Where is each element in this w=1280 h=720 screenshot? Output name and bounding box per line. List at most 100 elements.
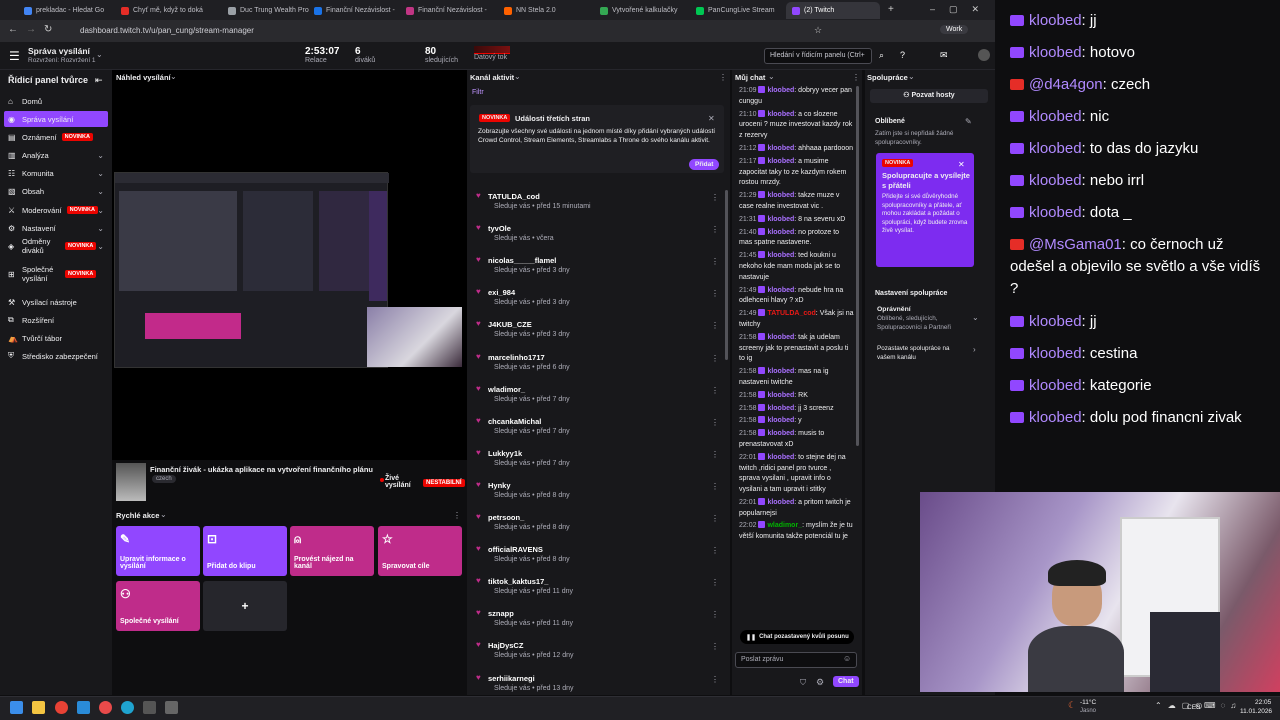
clock-date[interactable]: 11.01.2026 (1240, 708, 1272, 715)
chat-username[interactable]: kloobed (767, 368, 794, 375)
edit-favorites-icon[interactable]: ✎ (965, 117, 972, 126)
expand-chevron-icon[interactable]: ⌄ (97, 224, 104, 233)
chat-username[interactable]: kloobed (767, 216, 794, 223)
follower-event[interactable]: ♥ marcelinho1717 Sleduje vás • před 6 dny ⋮ (476, 350, 721, 378)
file-explorer-icon[interactable] (32, 701, 45, 714)
sidebar-item[interactable]: ◈ Odměny diváků NOVINKA ⌄ (4, 237, 108, 255)
sidebar-item[interactable]: ⧉ Rozšíření (4, 312, 108, 328)
layout-subtitle[interactable]: Rozvržení: Rozvržení 1 (28, 57, 96, 64)
window-controls[interactable]: –▢✕ (930, 4, 993, 15)
sidebar-item[interactable]: ⚒ Vysílací nástroje (4, 294, 108, 310)
pause-collab-chevron-icon[interactable]: › (973, 345, 976, 354)
url-field[interactable]: dashboard.twitch.tv/u/pan_cung/stream-ma… (64, 23, 834, 39)
search-icon[interactable]: ⌕ (879, 50, 884, 61)
browser-tab[interactable]: prekladac - Hledat Go (18, 2, 112, 19)
layout-chevron-icon[interactable]: ⌄ (96, 50, 103, 59)
quick-actions-chevron-icon[interactable]: ⌄ (160, 510, 167, 519)
browser-tab[interactable]: NN Stela 2.0 (498, 2, 592, 19)
chat-more-icon[interactable]: ⋮ (852, 73, 860, 82)
chat-scrollbar[interactable] (856, 86, 859, 446)
follower-event[interactable]: ♥ HajDysCZ Sleduje vás • před 12 dny ⋮ (476, 638, 721, 666)
app-icon[interactable] (99, 701, 112, 714)
follower-event[interactable]: ♥ petrsoon_ Sleduje vás • před 8 dny ⋮ (476, 510, 721, 538)
quick-action-button[interactable]: ⚇ Společné vysílání (116, 581, 200, 631)
chat-username[interactable]: kloobed (767, 417, 794, 424)
event-more-icon[interactable]: ⋮ (711, 450, 719, 459)
forward-icon[interactable]: → (26, 24, 36, 35)
browser-tab[interactable]: (2) Twitch (786, 2, 880, 19)
event-more-icon[interactable]: ⋮ (711, 482, 719, 491)
chat-username[interactable]: wladimor_ (767, 522, 802, 529)
collab-header-chevron-icon[interactable]: ⌄ (908, 72, 915, 81)
permissions-title[interactable]: Oprávnění (877, 306, 911, 313)
event-more-icon[interactable]: ⋮ (711, 578, 719, 587)
follower-event[interactable]: ♥ J4KUB_CZE Sleduje vás • před 3 dny ⋮ (476, 317, 721, 345)
follower-event[interactable]: ♥ sznapp Sleduje vás • před 11 dny ⋮ (476, 606, 721, 634)
activity-scrollbar[interactable] (725, 190, 728, 360)
stream-video-preview[interactable] (114, 172, 389, 368)
terminal-icon[interactable] (165, 701, 178, 714)
tray-status-icons[interactable]: ⌨◌♫ (1204, 701, 1241, 710)
follower-event[interactable]: ♥ TATULDA_cod Sleduje vás • před 15 minuta… (476, 189, 721, 217)
chat-username[interactable]: TATULDA_cod (767, 310, 815, 317)
clock-time[interactable]: 22:05 (1255, 699, 1271, 706)
mod-shield-icon[interactable]: ⛉ (800, 678, 806, 688)
chat-paused-banner[interactable]: ❚❚ Chat pozastavený kvůli posunu (740, 630, 854, 644)
collab-card-close-icon[interactable]: ✕ (958, 160, 965, 169)
quick-action-button[interactable]: ⊡ Přidat do klipu (203, 526, 287, 576)
expand-chevron-icon[interactable]: ⌄ (97, 151, 104, 160)
follower-event[interactable]: ♥ serhiikarnegi Sleduje vás • před 13 dny ⋮ (476, 671, 721, 699)
sidebar-item[interactable]: ⛺ Tvůrčí tábor (4, 330, 108, 346)
preview-header-chevron-icon[interactable]: ⌄ (170, 72, 177, 81)
calculator-icon[interactable] (143, 701, 156, 714)
event-more-icon[interactable]: ⋮ (711, 675, 719, 684)
follower-event[interactable]: ♥ officialRAVENS Sleduje vás • před 8 dny ⋮ (476, 542, 721, 570)
event-more-icon[interactable]: ⋮ (711, 418, 719, 427)
sidebar-item[interactable]: ◉ Správa vysílání (4, 111, 108, 127)
expand-chevron-icon[interactable]: ⌄ (97, 187, 104, 196)
follower-event[interactable]: ♥ Lukkyy1k Sleduje vás • před 7 dny ⋮ (476, 446, 721, 474)
event-more-icon[interactable]: ⋮ (711, 386, 719, 395)
event-more-icon[interactable]: ⋮ (711, 289, 719, 298)
chat-username[interactable]: kloobed (767, 430, 794, 437)
sidebar-item[interactable]: ▧ Obsah ⌄ (4, 183, 108, 199)
chat-username[interactable]: kloobed (767, 87, 794, 94)
collapse-nav-icon[interactable]: ⇤ (95, 75, 103, 86)
event-more-icon[interactable]: ⋮ (711, 642, 719, 651)
follower-event[interactable]: ♥ exi_984 Sleduje vás • před 3 dny ⋮ (476, 285, 721, 313)
chat-input[interactable]: Poslat zprávu (735, 652, 857, 668)
chat-username[interactable]: kloobed (767, 334, 794, 341)
sidebar-item[interactable]: ⌂ Domů (4, 93, 108, 109)
browser-tab[interactable]: Finanční Nezávislost - (400, 2, 494, 19)
sidebar-item[interactable]: ⚙ Nastavení ⌄ (4, 220, 108, 236)
chat-header-chevron-icon[interactable]: ⌄ (768, 72, 775, 81)
permissions-chevron-icon[interactable]: ⌄ (972, 313, 979, 322)
user-avatar[interactable] (978, 49, 990, 61)
chat-username[interactable]: kloobed (767, 192, 794, 199)
activity-header-chevron-icon[interactable]: ⌄ (514, 72, 521, 81)
event-more-icon[interactable]: ⋮ (711, 514, 719, 523)
invite-guests-button[interactable]: ⚇ Pozvat hosty (870, 89, 988, 103)
event-more-icon[interactable]: ⋮ (711, 546, 719, 555)
profile-button[interactable]: Work (940, 25, 969, 34)
browser-tab[interactable]: Finanční Nezávislost - (308, 2, 402, 19)
quick-action-button[interactable]: ☆ Spravovat cíle (378, 526, 462, 576)
sidebar-item[interactable]: ☷ Komunita ⌄ (4, 165, 108, 181)
sidebar-item[interactable]: ⛨ Středisko zabezpečení (4, 348, 108, 364)
follower-event[interactable]: ♥ chcankaMichal Sleduje vás • před 7 dny ⋮ (476, 414, 721, 442)
follower-event[interactable]: ♥ tiktok_kaktus17_ Sleduje vás • před 11 d… (476, 574, 721, 602)
event-more-icon[interactable]: ⋮ (711, 225, 719, 234)
chrome-icon[interactable] (55, 701, 68, 714)
activity-filter-link[interactable]: Filtr (472, 89, 484, 96)
promo-add-button[interactable]: Přidat (689, 159, 720, 170)
browser-tab[interactable]: Duc Trung Wealth Pro (222, 2, 316, 19)
menu-icon[interactable]: ☰ (9, 49, 20, 63)
bookmark-star-icon[interactable]: ☆ (814, 25, 822, 36)
chat-username[interactable]: kloobed (767, 252, 794, 259)
promo-close-icon[interactable]: ✕ (708, 114, 715, 123)
expand-chevron-icon[interactable]: ⌄ (97, 242, 104, 251)
quick-action-button[interactable]: ⍝ Provést nájezd na kanál (290, 526, 374, 576)
chat-username[interactable]: kloobed (767, 499, 794, 506)
pause-collab-link[interactable]: Pozastavte spolupráce na vašem kanálu (877, 345, 969, 362)
help-icon[interactable]: ? (900, 50, 905, 60)
